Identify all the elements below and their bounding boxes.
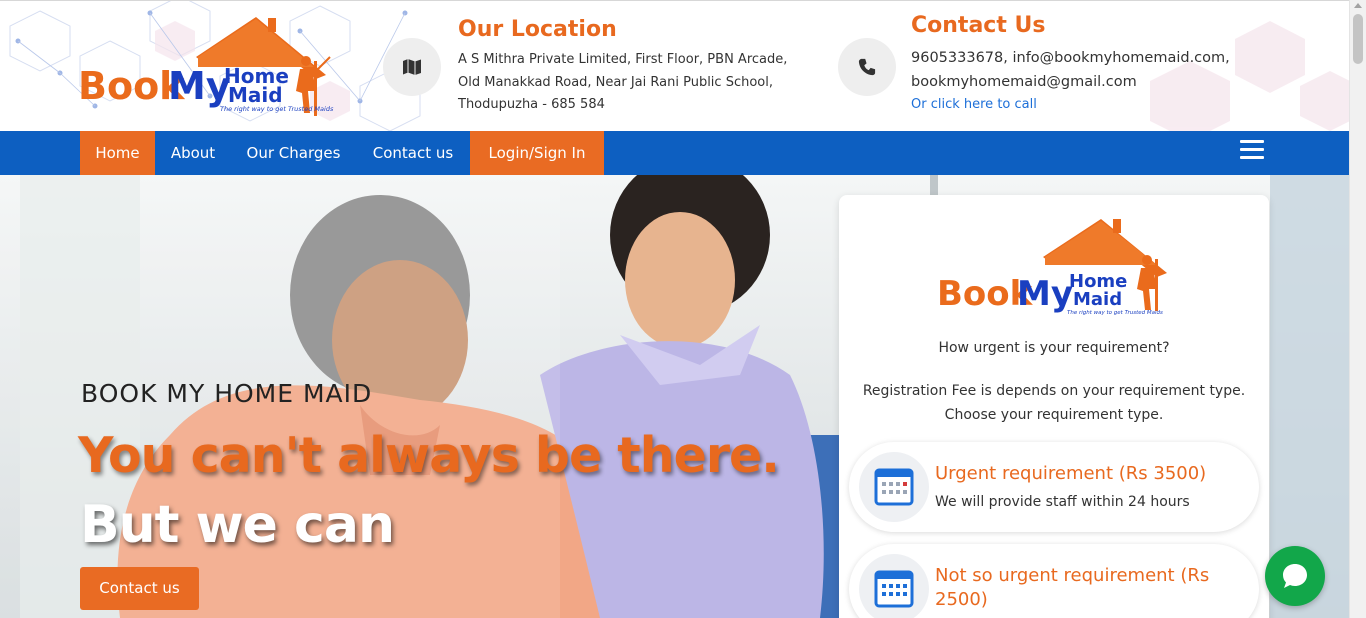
contact-title: Contact Us — [911, 13, 1046, 38]
contact-details: 9605333678, info@bookmyhomemaid.com, boo… — [911, 46, 1230, 94]
hero-kicker: BOOK MY HOME MAID — [81, 379, 373, 408]
location-title: Our Location — [458, 17, 617, 42]
scrollbar-thumb[interactable] — [1353, 14, 1363, 64]
nav-item-about[interactable]: About — [155, 131, 231, 175]
contact-us-button[interactable]: Contact us — [80, 567, 199, 610]
registration-fee-info: Registration Fee is depends on your requ… — [839, 379, 1269, 427]
card-logo-word-my: My — [1017, 274, 1073, 314]
logo-word-maid: Maid — [228, 83, 283, 107]
fee-line-1: Registration Fee is depends on your requ… — [862, 383, 1246, 399]
calendar-icon — [859, 452, 929, 522]
location-address: A S Mithra Private Limited, First Floor,… — [458, 49, 787, 117]
map-icon — [383, 38, 441, 96]
call-link[interactable]: Or click here to call — [911, 97, 1037, 112]
hero-headline: You can't always be there. — [78, 427, 780, 484]
nav-item-login[interactable]: Login/Sign In — [470, 131, 604, 175]
urgent-requirement-option[interactable]: Urgent requirement (Rs 3500) We will pro… — [849, 442, 1259, 532]
contact-line-1[interactable]: 9605333678, info@bookmyhomemaid.com, — [911, 46, 1230, 70]
contact-line-2[interactable]: bookmyhomemaid@gmail.com — [911, 70, 1230, 94]
nav-item-contact-us[interactable]: Contact us — [356, 131, 470, 175]
address-line-3: Thodupuzha - 685 584 — [458, 97, 605, 112]
logo-word-my: My — [168, 64, 231, 108]
calendar-icon — [859, 554, 929, 618]
urgency-question: How urgent is your requirement? — [938, 340, 1170, 356]
address-line-1: A S Mithra Private Limited, First Floor,… — [458, 52, 788, 67]
card-brand-logo: Book My Home Maid The right way to get T… — [937, 219, 1167, 316]
not-urgent-requirement-option[interactable]: Not so urgent requirement (Rs 2500) — [849, 544, 1259, 618]
hamburger-icon[interactable] — [1240, 140, 1264, 164]
card-logo-word-maid: Maid — [1073, 289, 1122, 310]
nav-item-home[interactable]: Home — [80, 131, 155, 175]
nav-item-our-charges[interactable]: Our Charges — [231, 131, 356, 175]
site-header: Book My Home Maid The right way to get T… — [0, 0, 1349, 131]
address-line-2: Old Manakkad Road, Near Jai Rani Public … — [458, 74, 773, 90]
brand-logo[interactable]: Book My Home Maid The right way to get T… — [78, 13, 338, 123]
logo-tagline: The right way to get Trusted Maids — [220, 105, 334, 113]
option-title: Not so urgent requirement (Rs 2500) — [935, 565, 1210, 610]
scroll-up-icon[interactable] — [1354, 3, 1362, 8]
card-logo-tagline: The right way to get Trusted Maids — [1067, 310, 1163, 316]
fee-line-2: Choose your requirement type. — [944, 407, 1164, 423]
phone-icon — [838, 38, 896, 96]
chat-bubble-icon[interactable] — [1265, 546, 1325, 606]
vertical-scrollbar[interactable] — [1349, 0, 1366, 618]
main-nav: Home About Our Charges Contact us Login/… — [0, 131, 1349, 175]
option-title: Urgent requirement (Rs 3500) — [935, 463, 1207, 484]
option-subtitle: We will provide staff within 24 hours — [935, 494, 1190, 510]
hero-subheadline: But we can — [80, 495, 395, 555]
